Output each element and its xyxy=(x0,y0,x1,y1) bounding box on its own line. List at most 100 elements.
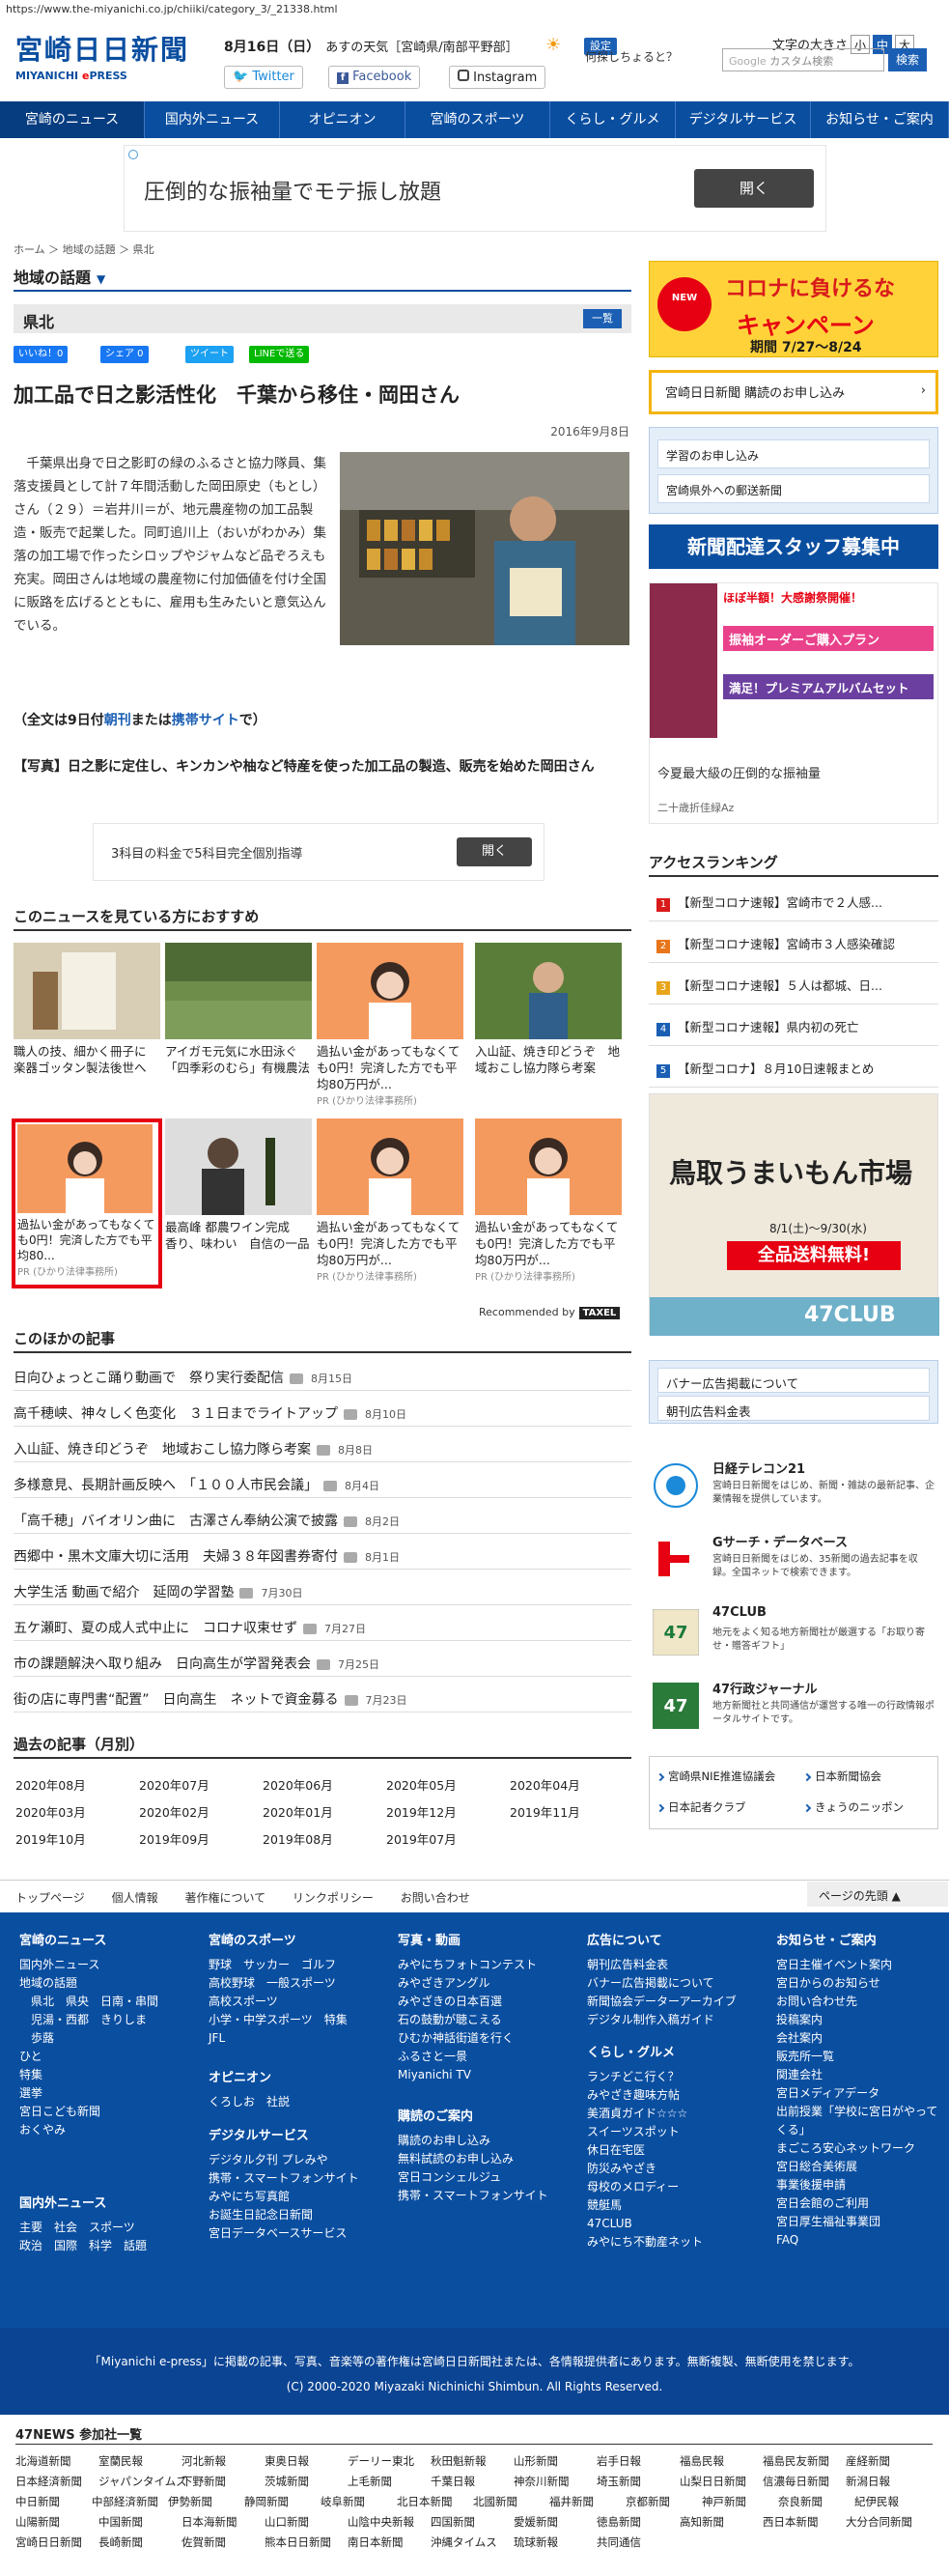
nav-digital[interactable]: デジタルサービス xyxy=(676,101,811,138)
footer-link[interactable]: みやざき趣味方帖 xyxy=(587,2086,703,2105)
footer-link[interactable]: みやにちフォトコンテスト xyxy=(398,1956,537,1974)
news47-member-link[interactable]: 神戸新聞 xyxy=(702,2494,746,2509)
section-title[interactable]: 地域の話題 ▼ xyxy=(14,265,631,292)
nav-life[interactable]: くらし・グルメ xyxy=(550,101,676,138)
footer-link[interactable]: 選挙 xyxy=(19,2084,158,2103)
footer-link[interactable]: 宮日からのお知らせ xyxy=(776,1974,949,1993)
news47-member-link[interactable]: 産経新聞 xyxy=(846,2453,890,2469)
nav-opinion[interactable]: オピニオン xyxy=(280,101,405,138)
other-article-title[interactable]: 五ケ瀬町、夏の成人式中止に コロナ収束せず xyxy=(14,1621,297,1636)
footer-column-heading[interactable]: くらし・グルメ xyxy=(587,2042,703,2060)
footer-column-heading[interactable]: オピニオン xyxy=(209,2067,290,2085)
footer-link[interactable]: 携帯・スマートフォンサイト xyxy=(209,2169,359,2188)
news47-member-link[interactable]: 茨城新聞 xyxy=(265,2474,309,2489)
footer-link[interactable]: JFL xyxy=(209,2029,348,2048)
link-press-assoc[interactable]: 日本新聞協会 xyxy=(802,1769,881,1784)
news47-member-link[interactable]: 北國新聞 xyxy=(473,2494,517,2509)
footer-link[interactable]: 政治 国際 科学 話題 xyxy=(19,2237,147,2255)
footer-link[interactable]: 朝刊広告料金表 xyxy=(587,1956,737,1974)
footer-link[interactable]: 宮日メディアデータ xyxy=(776,2084,949,2103)
footer-link[interactable]: ふるさと一景 xyxy=(398,2048,537,2066)
footer-link[interactable]: お誕生日記念日新聞 xyxy=(209,2206,359,2224)
search-button[interactable]: 検索 xyxy=(888,48,927,71)
nav-world-news[interactable]: 国内外ニュース xyxy=(145,101,280,138)
ranking-title[interactable]: 【新型コロナ】８月10日速報まとめ xyxy=(678,1062,874,1076)
news47-member-link[interactable]: 岩手日報 xyxy=(597,2453,641,2469)
bottom-nav-privacy[interactable]: 個人情報 xyxy=(112,1891,158,1905)
mid-ad[interactable]: 3科目の料金で5科目完全個別指導 開く xyxy=(93,823,544,881)
ranking-item[interactable]: 2 【新型コロナ速報】宮崎市３人感染確認 xyxy=(649,922,938,963)
archive-month-link[interactable]: 2019年08月 xyxy=(263,1829,333,1848)
archive-month-link[interactable]: 2020年01月 xyxy=(263,1802,333,1821)
nav-miyazaki-news[interactable]: 宮崎のニュース xyxy=(0,101,145,138)
news47-member-link[interactable]: 静岡新聞 xyxy=(244,2494,289,2509)
news47-member-link[interactable]: 大分合同新聞 xyxy=(846,2514,912,2530)
news47-member-link[interactable]: 長崎新聞 xyxy=(98,2534,143,2550)
other-article-row[interactable]: 入山証、焼き印どうぞ 地域おこし協力隊ら考案 8月8日 xyxy=(14,1431,631,1462)
study-link[interactable]: 学習のお申し込み xyxy=(657,439,930,468)
link-press-club[interactable]: 日本記者クラブ xyxy=(656,1799,746,1815)
footer-link[interactable]: 特集 xyxy=(19,2066,158,2084)
news47-member-link[interactable]: 北海道新聞 xyxy=(15,2453,71,2469)
bottom-nav-top[interactable]: トップページ xyxy=(15,1891,85,1905)
footer-link[interactable]: お問い合わせ先 xyxy=(776,1993,949,2011)
news47-member-link[interactable]: 西日本新聞 xyxy=(763,2514,819,2530)
news47-member-link[interactable]: 徳島新聞 xyxy=(597,2514,641,2530)
instagram-button[interactable]: Instagram xyxy=(449,66,546,89)
staff-recruit-banner[interactable]: 新聞配達スタッフ募集中 xyxy=(649,524,938,569)
morning-edition-link[interactable]: 朝刊 xyxy=(104,713,131,728)
archive-month-link[interactable]: 2019年10月 xyxy=(15,1829,86,1848)
news47-member-link[interactable]: 四国新聞 xyxy=(431,2514,475,2530)
footer-link[interactable]: おくやみ xyxy=(19,2121,158,2139)
other-article-title[interactable]: 大学生活 動画で紹介 延岡の学習塾 xyxy=(14,1585,234,1600)
news47-member-link[interactable]: 南日本新聞 xyxy=(348,2534,404,2550)
footer-column-heading[interactable]: 写真・動画 xyxy=(398,1930,537,1948)
ad-rates-link[interactable]: 朝刊広告料金表 xyxy=(657,1396,930,1421)
footer-link[interactable]: 宮日こども新聞 xyxy=(19,2103,158,2121)
ranking-title[interactable]: 【新型コロナ速報】県内初の死亡 xyxy=(678,1020,859,1034)
news47-member-link[interactable]: ジャパンタイムズ xyxy=(98,2474,187,2489)
tottori-banner[interactable]: 鳥取うまいもん市場 8/1(土)～9/30(水) 全品送料無料! 47CLUB xyxy=(649,1093,939,1336)
news47-member-link[interactable]: 中部経済新聞 xyxy=(92,2494,158,2509)
other-article-row[interactable]: 西郷中・黒木文庫大切に活用 夫婦３８年図書券寄付 8月1日 xyxy=(14,1539,631,1570)
news47-member-link[interactable]: 秋田魁新報 xyxy=(431,2453,487,2469)
recommend-card-pr[interactable]: 過払い金があってもなくても0円！完済した方でも平均80万円が... PR (ひか… xyxy=(475,1118,622,1292)
footer-link[interactable]: 母校のメロディー xyxy=(587,2178,703,2196)
footer-link[interactable]: 野球 サッカー ゴルフ xyxy=(209,1956,348,1974)
footer-link[interactable]: 高校スポーツ xyxy=(209,1993,348,2011)
other-article-title[interactable]: 街の店に専門書“配置” 日向高生 ネットで資金募る xyxy=(14,1692,339,1708)
ranking-item[interactable]: 3 【新型コロナ速報】５人は都城、日... xyxy=(649,964,938,1005)
link-kyou-no-nippon[interactable]: きょうのニッポン xyxy=(802,1799,904,1815)
footer-column-heading[interactable]: 購読のご案内 xyxy=(398,2106,548,2124)
news47-member-link[interactable]: 京都新聞 xyxy=(626,2494,670,2509)
bottom-nav-link-policy[interactable]: リンクポリシー xyxy=(293,1891,374,1905)
news47-member-link[interactable]: 日本海新聞 xyxy=(181,2514,237,2530)
footer-link[interactable]: 児湯・西都 きりしま xyxy=(19,2011,158,2029)
other-article-title[interactable]: 西郷中・黒木文庫大切に活用 夫婦３８年図書券寄付 xyxy=(14,1549,338,1565)
other-article-row[interactable]: 街の店に専門書“配置” 日向高生 ネットで資金募る 7月23日 xyxy=(14,1682,631,1713)
news47-member-link[interactable]: 高知新聞 xyxy=(680,2514,724,2530)
footer-link[interactable]: デジタル夕刊 プレみや xyxy=(209,2151,359,2169)
footer-column-heading[interactable]: 宮崎のニュース xyxy=(19,1930,158,1948)
list-button[interactable]: 一覧 xyxy=(583,309,622,328)
news47-member-link[interactable]: 千葉日報 xyxy=(431,2474,475,2489)
nav-sports[interactable]: 宮崎のスポーツ xyxy=(405,101,550,138)
footer-link[interactable]: 購読のお申し込み xyxy=(398,2132,548,2150)
subscribe-link[interactable]: 宮崎日日新聞 購読のお申し込み › xyxy=(649,370,938,414)
like-button[interactable]: いいね！0 xyxy=(14,346,69,363)
news47-member-link[interactable]: 東奥日報 xyxy=(265,2453,309,2469)
other-article-title[interactable]: 高千穂峡、神々しく色変化 ３１日までライトアップ xyxy=(14,1406,338,1422)
archive-month-link[interactable]: 2019年07月 xyxy=(386,1829,457,1848)
other-article-title[interactable]: 「高千穂」バイオリン曲に 古澤さん奉納公演で披露 xyxy=(14,1514,338,1529)
footer-link[interactable]: 高校野球 一般スポーツ xyxy=(209,1974,348,1993)
footer-column-heading[interactable]: お知らせ・ご案内 xyxy=(776,1930,949,1948)
service-nikkei-telecom[interactable]: 日経テレコン21 宮崎日日新聞をはじめ、新聞・雑誌の最新記事、企業情報を提供して… xyxy=(649,1457,938,1520)
footer-link[interactable]: 会社案内 xyxy=(776,2029,949,2048)
recommend-card[interactable]: 最高峰 都農ワイン完成 香り、味わい 自信の一品 xyxy=(165,1118,312,1292)
footer-link[interactable]: 国内外ニュース xyxy=(19,1956,158,1974)
campaign-banner[interactable]: NEW コロナに負けるな キャンペーン 期間 7/27～8/24 xyxy=(649,261,938,357)
other-article-title[interactable]: 多様意見、長期計画反映へ 「１００人市民会議」 xyxy=(14,1478,318,1493)
service-gsearch[interactable]: Gサーチ・データベース 宮崎日日新聞をはじめ、35新聞の過去記事を収録。全国ネッ… xyxy=(649,1530,938,1594)
footer-link[interactable]: 販売所一覧 xyxy=(776,2048,949,2066)
archive-month-link[interactable]: 2020年02月 xyxy=(139,1802,209,1821)
